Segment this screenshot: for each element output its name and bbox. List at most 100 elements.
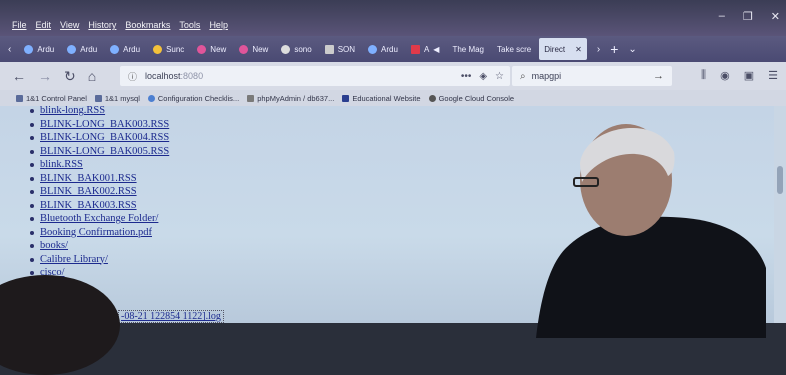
tab-label: Ardu	[80, 44, 98, 54]
list-item: BLINK_BAK001.RSS	[28, 172, 169, 186]
forward-button[interactable]: →	[38, 69, 52, 83]
menu-history[interactable]: History	[88, 20, 116, 30]
pocket-icon[interactable]: ◈	[479, 71, 487, 82]
list-item: BLINK-LONG_BAK004.RSS	[28, 131, 169, 145]
list-item: BLINK-LONG_BAK003.RSS	[28, 118, 169, 132]
file-link[interactable]: blink-long.RSS	[40, 105, 105, 116]
menu-bar: File Edit View History Bookmarks Tools H…	[12, 20, 228, 30]
scrollbar-thumb[interactable]	[777, 166, 783, 194]
menu-file[interactable]: File	[12, 20, 27, 30]
hamburger-menu-icon[interactable]: ☰	[768, 69, 778, 82]
tab[interactable]: Ardu	[105, 38, 145, 60]
tab[interactable]: New	[234, 38, 273, 60]
bookmark-item[interactable]: phpMyAdmin / db637...	[247, 94, 334, 103]
bookmark-favicon-icon	[428, 94, 436, 102]
tab-label: sono	[294, 44, 312, 54]
library-icon[interactable]: ⫼	[701, 69, 706, 82]
close-window-button[interactable]: ✕	[771, 10, 780, 23]
url-actions: ••• ◈ ☆	[461, 71, 504, 82]
file-link[interactable]: books/	[40, 240, 68, 251]
file-link[interactable]: BLINK_BAK003.RSS	[40, 200, 137, 211]
tab-favicon-icon	[368, 44, 378, 54]
file-link[interactable]: Booking Confirmation.pdf	[40, 227, 152, 238]
tab-favicon-icon	[410, 44, 420, 54]
menu-edit[interactable]: Edit	[36, 20, 52, 30]
bookmark-item[interactable]: Google Cloud Console	[428, 94, 514, 103]
tab-favicon-icon	[110, 44, 120, 54]
search-bar[interactable]: ⌕ mapgpi →	[512, 66, 672, 86]
home-button[interactable]: ⌂	[88, 69, 96, 83]
tab[interactable]: The Mag	[447, 38, 489, 60]
minimize-button[interactable]: –	[719, 10, 725, 23]
tab-scroll-left[interactable]: ‹	[3, 38, 16, 60]
window-controls: – ❐ ✕	[719, 10, 780, 23]
menu-bookmarks[interactable]: Bookmarks	[125, 20, 170, 30]
bookmark-item[interactable]: 1&1 mysql	[94, 93, 140, 103]
menu-tools[interactable]: Tools	[179, 20, 200, 30]
file-link[interactable]: Calibre Library/	[40, 254, 108, 265]
page-actions-menu-icon[interactable]: •••	[461, 71, 472, 82]
list-item: books/	[28, 239, 169, 253]
file-link[interactable]: BLINK_BAK001.RSS	[40, 173, 137, 184]
tab-label: New	[252, 44, 269, 54]
list-item: BLINK_BAK003.RSS	[28, 199, 169, 213]
tab-list-chevron-down-icon[interactable]: ⌄	[628, 44, 636, 55]
info-icon[interactable]: ⓘ	[128, 70, 137, 83]
tab-strip: ‹ Ardu Ardu Ardu Sunc New New sono SON A…	[0, 36, 786, 62]
file-link-focused[interactable]: -08-21 122854 1122].log	[118, 310, 224, 323]
tab[interactable]: Ardu	[19, 38, 59, 60]
new-tab-button[interactable]: +	[610, 41, 618, 57]
url-host: localhost	[145, 71, 181, 81]
bookmark-favicon-icon	[147, 94, 155, 102]
bookmark-item[interactable]: 1&1 Control Panel	[16, 94, 87, 103]
url-bar[interactable]: ⓘ localhost:8080 ••• ◈ ☆	[120, 66, 510, 86]
bookmark-item[interactable]: Educational Website	[342, 94, 421, 103]
tab[interactable]: Ardu	[62, 38, 102, 60]
tab[interactable]: Sunc	[148, 38, 189, 60]
sync-icon[interactable]: ◉	[720, 69, 730, 82]
tab-favicon-icon	[153, 44, 163, 54]
tab[interactable]: New	[192, 38, 231, 60]
tab-label: Ardu	[37, 44, 55, 54]
file-link[interactable]: blink.RSS	[40, 159, 83, 170]
bookmark-label: 1&1 mysql	[104, 93, 140, 103]
tab-label: Ardu	[123, 44, 141, 54]
search-icon: ⌕	[520, 70, 526, 82]
menu-view[interactable]: View	[60, 20, 79, 30]
tab-active[interactable]: Direct ✕	[539, 38, 587, 60]
list-item: Calibre Library/	[28, 253, 169, 267]
tab[interactable]: A ◀	[406, 38, 445, 60]
directory-listing: blink-long.RSS BLINK-LONG_BAK003.RSS BLI…	[28, 104, 169, 280]
search-go-button[interactable]: →	[653, 70, 664, 82]
tab[interactable]: Ardu	[363, 38, 403, 60]
bookmark-label: phpMyAdmin / db637...	[257, 93, 335, 103]
file-link[interactable]: BLINK-LONG_BAK003.RSS	[40, 119, 169, 130]
bookmark-favicon-icon	[16, 94, 23, 102]
tab-scroll-right[interactable]: ›	[597, 44, 600, 55]
tab-favicon-icon	[324, 44, 334, 54]
speaker-icon[interactable]: ◀	[433, 45, 439, 54]
vertical-scrollbar[interactable]	[774, 106, 786, 323]
list-item: Bluetooth Exchange Folder/	[28, 212, 169, 226]
tab[interactable]: Take scre	[492, 38, 536, 60]
tab[interactable]: SON	[320, 38, 360, 60]
reload-button[interactable]: ↻	[64, 69, 76, 83]
menu-help[interactable]: Help	[209, 20, 228, 30]
tab-label: SON	[337, 44, 356, 54]
search-input[interactable]: mapgpi	[532, 71, 562, 81]
file-link[interactable]: BLINK_BAK002.RSS	[40, 186, 137, 197]
tab[interactable]: sono	[276, 38, 316, 60]
tab-favicon-icon	[67, 44, 77, 54]
back-button[interactable]: ←	[12, 69, 26, 83]
maximize-button[interactable]: ❐	[743, 10, 753, 23]
bookmark-star-icon[interactable]: ☆	[495, 71, 504, 82]
list-item: BLINK-LONG_BAK005.RSS	[28, 145, 169, 159]
sidebar-icon[interactable]: ▣	[744, 69, 754, 82]
file-link[interactable]: BLINK-LONG_BAK004.RSS	[40, 132, 169, 143]
title-bar: File Edit View History Bookmarks Tools H…	[0, 0, 786, 36]
person-silhouette	[536, 124, 766, 338]
tab-close-icon[interactable]: ✕	[575, 45, 582, 54]
file-link[interactable]: Bluetooth Exchange Folder/	[40, 213, 158, 224]
bookmark-item[interactable]: Configuration Checklis...	[147, 94, 239, 103]
file-link[interactable]: BLINK-LONG_BAK005.RSS	[40, 146, 169, 157]
